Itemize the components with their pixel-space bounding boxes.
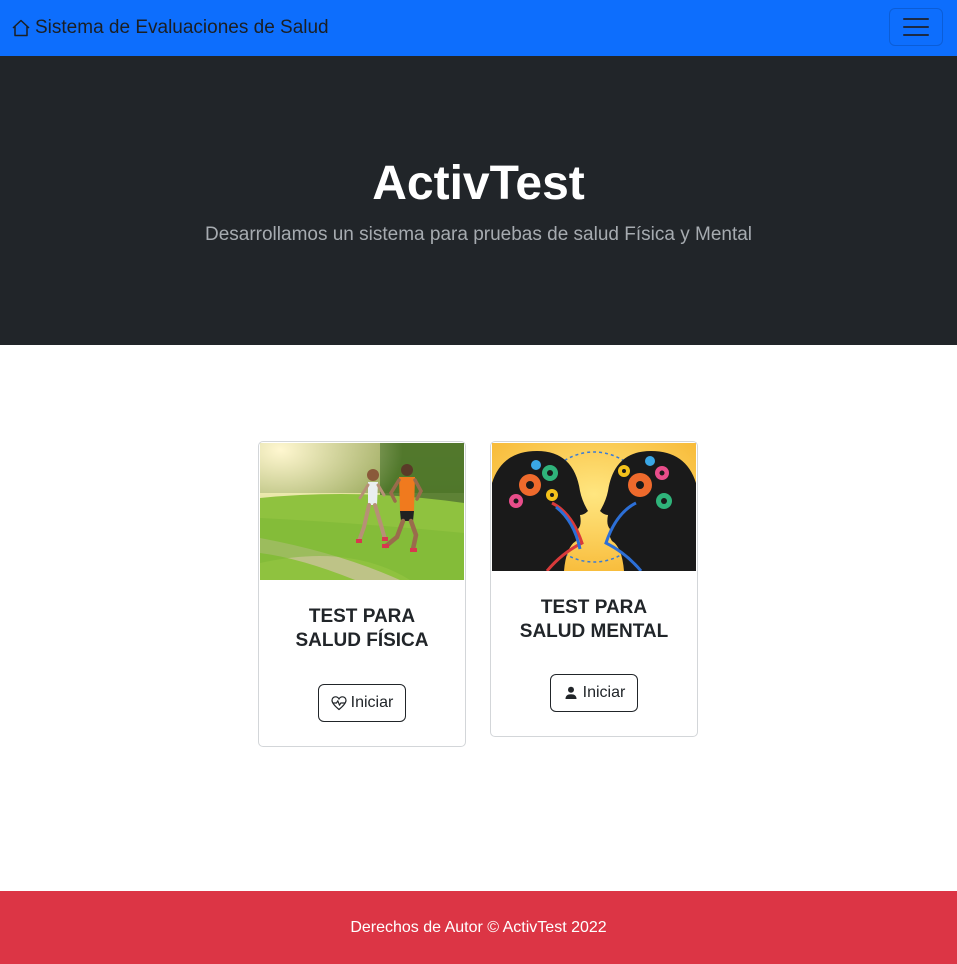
person-icon	[565, 686, 577, 699]
heads-with-gears-illustration	[492, 443, 696, 571]
hero-section: ActivTest Desarrollamos un sistema para …	[0, 56, 957, 345]
card-mental-title-line2: SALUD MENTAL	[519, 621, 669, 642]
hero-subtitle: Desarrollamos un sistema para pruebas de…	[204, 224, 753, 245]
couple-running-photo	[260, 443, 464, 580]
card-mental-title: TEST PARA SALUD MENTAL	[491, 596, 697, 644]
card-mental-health: TEST PARA SALUD MENTAL Iniciar	[490, 441, 698, 737]
start-physical-test-button[interactable]: Iniciar	[318, 684, 406, 722]
navbar-brand-label: Sistema de Evaluaciones de Salud	[35, 17, 329, 38]
navbar: Sistema de Evaluaciones de Salud	[0, 0, 957, 56]
card-mental-title-line1: TEST PARA	[540, 597, 648, 618]
heart-pulse-icon	[331, 696, 347, 711]
start-physical-test-label: Iniciar	[350, 694, 394, 711]
card-physical-health: TEST PARA SALUD FÍSICA Iniciar	[258, 441, 466, 747]
footer-copyright: Derechos de Autor © ActivTest 2022	[350, 918, 607, 936]
card-physical-title: TEST PARA SALUD FÍSICA	[259, 605, 465, 653]
hero-title: ActivTest	[372, 157, 585, 210]
start-mental-test-button[interactable]: Iniciar	[550, 674, 638, 712]
house-icon	[12, 19, 30, 37]
start-mental-test-label: Iniciar	[582, 684, 626, 701]
navbar-brand[interactable]: Sistema de Evaluaciones de Salud	[11, 15, 329, 41]
footer: Derechos de Autor © ActivTest 2022	[0, 891, 957, 964]
navbar-toggler-button[interactable]	[889, 8, 943, 46]
card-physical-title-line2: SALUD FÍSICA	[295, 630, 429, 651]
hamburger-menu-icon	[903, 18, 929, 36]
card-physical-title-line1: TEST PARA	[308, 606, 416, 627]
